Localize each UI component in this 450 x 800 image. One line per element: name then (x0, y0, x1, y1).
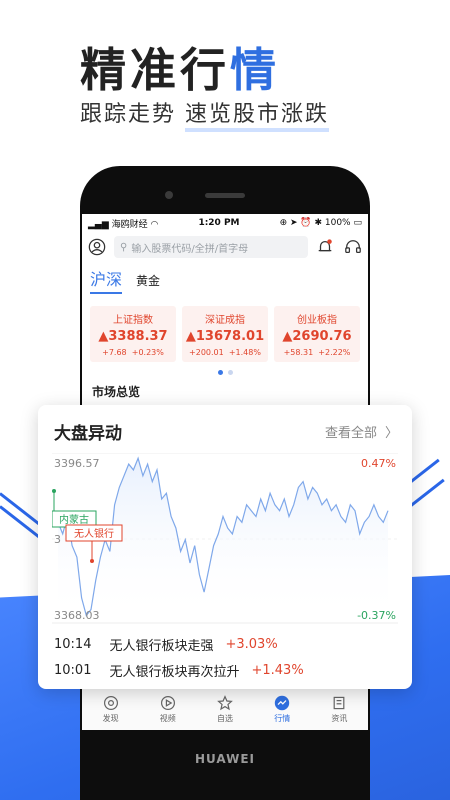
camera (165, 191, 173, 199)
event-list: 10:14 无人银行板块走强 +3.03% 10:01 无人银行板块再次拉升 +… (54, 631, 394, 683)
index-card[interactable]: 创业板指 ▲2690.76 +58.31 +2.22% (274, 306, 360, 362)
tab-gold[interactable]: 黄金 (136, 272, 160, 294)
search-placeholder: 输入股票代码/全拼/首字母 (131, 243, 249, 255)
y-min-label: 3368.03 (54, 609, 100, 622)
tab-hushen[interactable]: 沪深 (90, 266, 123, 294)
index-name: 创业板指 (297, 315, 337, 326)
event-time: 10:01 (54, 662, 92, 678)
y-mid-label: 3 (54, 533, 61, 546)
card-title: 大盘异动 (54, 424, 122, 444)
market-icon (275, 695, 290, 710)
index-value: ▲2690.76 (282, 329, 352, 344)
status-bar: ▂▄▆ 海鸥财经 ◠ 1:20 PM ⊕ ➤ ⏰ ✱ 100% ▭ (82, 214, 368, 232)
index-card[interactable]: 上证指数 ▲3388.37 +7.68 +0.23% (90, 306, 176, 362)
video-icon (160, 695, 175, 710)
index-cards: 上证指数 ▲3388.37 +7.68 +0.23% 深证成指 ▲13678.0… (82, 294, 368, 362)
top-bar: ⚲ 输入股票代码/全拼/首字母 (82, 232, 368, 262)
svg-text:无人银行: 无人银行 (74, 527, 114, 540)
nav-market[interactable]: 行情 (254, 688, 311, 730)
index-value: ▲3388.37 (98, 329, 168, 344)
search-input[interactable]: ⚲ 输入股票代码/全拼/首字母 (114, 236, 308, 258)
hero-title: 精准行情 (80, 43, 280, 97)
y-max-label: 3396.57 (54, 457, 100, 470)
bell-icon[interactable] (316, 238, 334, 256)
market-tabs: 沪深 黄金 (82, 262, 368, 294)
tag-unmanned-bank[interactable]: 无人银行 (65, 524, 123, 542)
nav-video[interactable]: 视频 (139, 688, 196, 730)
market-movement-card: 大盘异动 查看全部 〉 3396.57 3368.03 0.47% -0.37%… (38, 405, 412, 689)
index-change: +58.31 +2.22% (283, 348, 351, 357)
list-item[interactable]: 10:14 无人银行板块走强 +3.03% (54, 631, 394, 657)
index-name: 深证成指 (205, 315, 245, 326)
svg-text:内蒙古: 内蒙古 (59, 513, 89, 526)
discover-icon (103, 695, 118, 710)
bottom-nav: 发现 视频 自选 行情 资讯 (82, 687, 368, 730)
index-value: ▲13678.01 (185, 329, 265, 344)
index-name: 上证指数 (113, 315, 153, 326)
event-change: +1.43% (251, 662, 304, 678)
pct-min-label: -0.37% (357, 609, 396, 622)
marker-dot (90, 559, 94, 563)
event-time: 10:14 (54, 636, 92, 652)
top-actions (316, 238, 362, 256)
event-change: +3.03% (225, 636, 278, 652)
nav-discover[interactable]: 发现 (82, 688, 139, 730)
clock: 1:20 PM (198, 218, 240, 228)
pct-max-label: 0.47% (361, 457, 396, 470)
user-icon[interactable] (88, 238, 106, 256)
event-text: 无人银行板块走强 (109, 638, 214, 654)
index-card[interactable]: 深证成指 ▲13678.01 +200.01 +1.48% (182, 306, 268, 362)
phone-brand: HUAWEI (194, 752, 256, 766)
index-change: +200.01 +1.48% (189, 348, 261, 357)
view-all-link[interactable]: 查看全部 〉 (325, 422, 398, 441)
speaker (205, 193, 245, 198)
list-item[interactable]: 10:01 无人银行板块再次拉升 +1.43% (54, 657, 394, 683)
headset-icon[interactable] (344, 238, 362, 256)
chevron-right-icon: 〉 (384, 426, 398, 441)
search-icon: ⚲ (120, 241, 128, 253)
nav-watchlist[interactable]: 自选 (196, 688, 253, 730)
news-icon (334, 696, 345, 709)
battery: ⊕ ➤ ⏰ ✱ 100% ▭ (279, 218, 362, 228)
index-change: +7.68 +0.23% (102, 348, 164, 357)
carrier: ▂▄▆ 海鸥财经 ◠ (88, 219, 159, 230)
pager-dot-active (217, 370, 223, 375)
nav-news[interactable]: 资讯 (311, 688, 368, 730)
intraday-chart: 3396.57 3368.03 0.47% -0.37% 3 内蒙古 无人银行 (52, 453, 398, 624)
hero-subtitle: 跟踪走势 速览股市涨跌 (80, 96, 330, 132)
event-text: 无人银行板块再次拉升 (109, 664, 240, 680)
star-icon (217, 694, 233, 710)
section-heading: 市场总览 (92, 385, 141, 399)
card-header: 大盘异动 查看全部 〉 (38, 405, 412, 444)
pager-dot (227, 370, 233, 375)
